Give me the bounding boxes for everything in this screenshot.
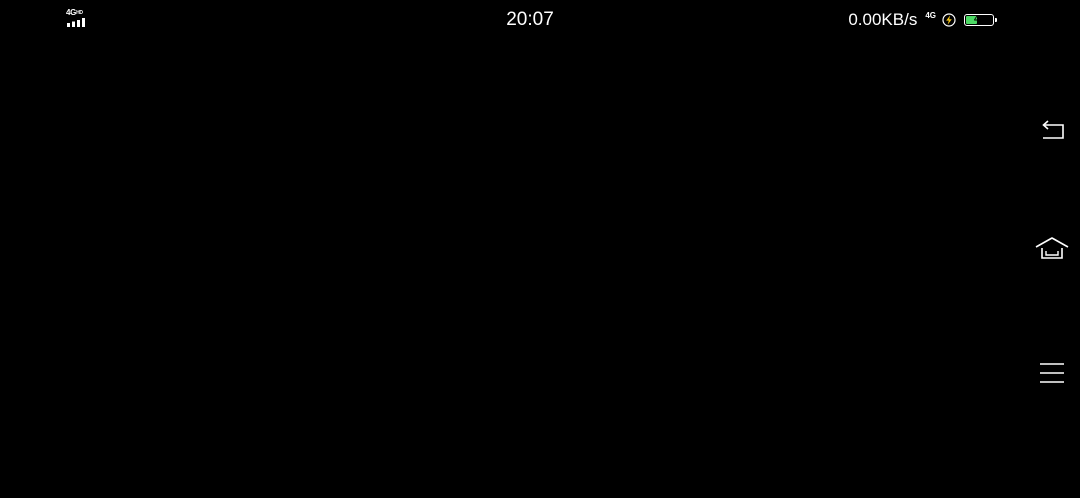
battery-level: 42	[973, 14, 984, 24]
menu-button[interactable]	[1034, 355, 1070, 391]
screen: 4GHD 20:07 0.00KB/s 4G 42	[0, 0, 1080, 498]
home-button[interactable]	[1034, 230, 1070, 266]
status-bar: 4GHD 20:07 0.00KB/s 4G 42	[0, 0, 1080, 40]
back-arrow-icon	[1042, 120, 1064, 139]
volte-label: 4G	[925, 11, 936, 20]
hd-badge: HD	[76, 10, 83, 16]
signal-strength: 4GHD	[66, 9, 90, 29]
home-icon	[1035, 237, 1069, 259]
battery-cap	[995, 18, 997, 22]
main-content	[0, 40, 1020, 498]
clock: 20:07	[506, 9, 554, 30]
back-button[interactable]	[1034, 112, 1070, 148]
lightning-bolt-icon	[942, 13, 956, 27]
status-right-group: 0.00KB/s 4G 42	[848, 9, 997, 31]
battery-icon: 42	[964, 14, 997, 26]
menu-icon	[1040, 363, 1064, 383]
network-type-label: 4GHD	[66, 8, 83, 17]
network-speed: 0.00KB/s	[848, 10, 918, 29]
signal-bars-icon	[67, 18, 85, 27]
navigation-bar	[1020, 40, 1080, 498]
